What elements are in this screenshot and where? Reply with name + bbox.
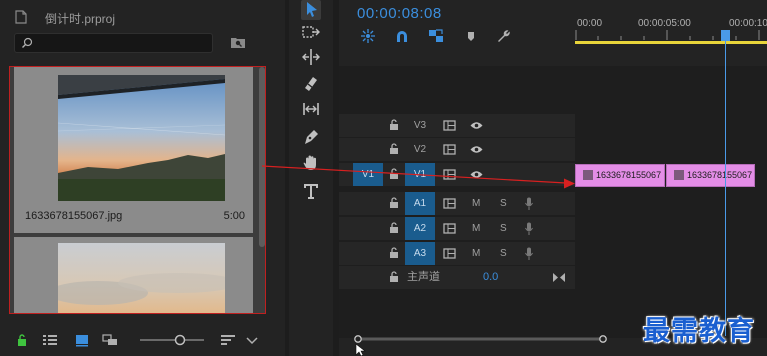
track-header-v2: V2 — [339, 138, 575, 161]
time-ruler[interactable]: 00:00 00:00:05:00 00:00:10 — [575, 0, 767, 46]
playhead-line[interactable] — [725, 36, 726, 336]
project-footer — [0, 326, 285, 356]
microphone-icon[interactable] — [525, 247, 533, 260]
zoom-slider[interactable] — [140, 334, 204, 346]
lock-icon[interactable] — [389, 222, 399, 234]
clip-item[interactable]: 1633678155067.jpg 5:00 — [14, 67, 253, 233]
chevron-down-icon[interactable] — [244, 332, 260, 348]
project-header: 倒计时.prproj — [0, 0, 285, 34]
track-label[interactable]: A1 — [405, 192, 435, 215]
sync-lock-icon[interactable] — [443, 120, 456, 131]
microphone-icon[interactable] — [525, 197, 533, 210]
project-title: 倒计时.prproj — [45, 12, 116, 26]
mute-button[interactable]: M — [472, 242, 480, 265]
timeline-panel: 00:00:08:08 00:00 00:00:05:00 00:00:10 V… — [339, 0, 767, 356]
mute-button[interactable]: M — [472, 217, 480, 240]
sort-icon[interactable] — [220, 332, 236, 348]
pen-icon[interactable] — [301, 127, 321, 147]
microphone-icon[interactable] — [525, 222, 533, 235]
go-to-end-icon[interactable] — [553, 273, 565, 282]
track-select-icon[interactable] — [301, 22, 321, 42]
track-header-v3: V3 — [339, 114, 575, 137]
icon-view-icon[interactable] — [74, 332, 90, 348]
clip-thumbnail — [58, 243, 225, 313]
track-header-a1: A1 M S — [339, 192, 575, 215]
linked-selection-icon[interactable] — [428, 28, 444, 44]
sync-lock-icon[interactable] — [443, 248, 456, 259]
timeline-clip-label: 1633678155067 — [687, 170, 753, 180]
ruler-label: 00:00 — [577, 18, 603, 29]
tools-panel — [289, 0, 333, 356]
clip-thumbnail — [58, 75, 225, 201]
fx-badge-icon — [583, 170, 593, 180]
selection-tool-icon[interactable] — [301, 0, 321, 20]
master-volume-value[interactable]: 0.0 — [483, 266, 498, 289]
lock-icon[interactable] — [14, 332, 30, 348]
clip-list-scrollbar[interactable] — [259, 67, 265, 247]
premiere-workspace: 倒计时.prproj 1633678155067.jpg 5:00 00:00:… — [0, 0, 767, 356]
nest-sequence-icon[interactable] — [360, 28, 376, 44]
hand-icon[interactable] — [301, 153, 321, 173]
solo-button[interactable]: S — [500, 192, 507, 215]
track-label[interactable]: V2 — [405, 138, 435, 161]
source-patch-v1[interactable]: V1 — [353, 163, 383, 186]
track-label[interactable]: A2 — [405, 217, 435, 240]
ruler-label: 00:00:10 — [729, 18, 767, 29]
timeline-clip[interactable]: 1633678155067 — [666, 164, 755, 187]
sync-lock-icon[interactable] — [443, 169, 456, 180]
slip-icon[interactable] — [301, 99, 321, 119]
track-header-a3: A3 M S — [339, 242, 575, 265]
timeline-scrollbar[interactable] — [353, 335, 609, 343]
eye-icon[interactable] — [470, 170, 483, 179]
clip-name: 1633678155067.jpg — [25, 210, 123, 222]
playhead-timecode[interactable]: 00:00:08:08 — [357, 5, 442, 22]
lock-icon[interactable] — [389, 247, 399, 259]
work-area-bar[interactable] — [575, 41, 767, 44]
mute-button[interactable]: M — [472, 192, 480, 215]
lock-icon[interactable] — [389, 271, 399, 283]
freeform-view-icon[interactable] — [102, 332, 118, 348]
search-icon — [22, 37, 33, 48]
track-label[interactable]: V1 — [405, 163, 435, 186]
snap-icon[interactable] — [394, 28, 410, 44]
ruler-ticks — [575, 30, 760, 40]
timeline-clip[interactable]: 1633678155067 — [575, 164, 665, 187]
solo-button[interactable]: S — [500, 217, 507, 240]
fx-badge-icon — [674, 170, 684, 180]
project-file-icon[interactable] — [13, 9, 29, 25]
master-track-label: 主声道 — [407, 271, 440, 283]
track-content-area[interactable]: 1633678155067 1633678155067 — [575, 66, 767, 338]
razor-icon[interactable] — [301, 74, 321, 94]
track-headers: V3 V2 V1 V1 A1 M S A2 M S A3 M S 主声道 0.0 — [339, 66, 575, 338]
track-label[interactable]: V3 — [405, 114, 435, 137]
list-view-icon[interactable] — [42, 332, 58, 348]
project-panel: 倒计时.prproj 1633678155067.jpg 5:00 — [0, 0, 285, 356]
clip-duration: 5:00 — [223, 210, 245, 222]
track-label[interactable]: A3 — [405, 242, 435, 265]
ruler-label: 00:00:05:00 — [638, 18, 691, 29]
sync-lock-icon[interactable] — [443, 198, 456, 209]
track-header-a2: A2 M S — [339, 217, 575, 240]
clip-list: 1633678155067.jpg 5:00 — [9, 66, 266, 314]
eye-icon[interactable] — [470, 145, 483, 154]
search-input[interactable] — [14, 33, 213, 53]
watermark: 最需教育 — [643, 316, 755, 346]
marker-icon[interactable] — [463, 28, 479, 44]
eye-icon[interactable] — [470, 121, 483, 130]
sync-lock-icon[interactable] — [443, 144, 456, 155]
lock-icon[interactable] — [389, 143, 399, 155]
wrench-icon[interactable] — [495, 28, 511, 44]
lock-icon[interactable] — [389, 168, 399, 180]
track-header-v1: V1 V1 — [339, 163, 575, 186]
find-bin-icon[interactable] — [230, 35, 246, 49]
clip-item[interactable] — [14, 237, 253, 313]
sync-lock-icon[interactable] — [443, 223, 456, 234]
ripple-edit-icon[interactable] — [301, 47, 321, 67]
track-header-master: 主声道 0.0 — [339, 266, 575, 289]
timeline-clip-label: 1633678155067 — [596, 170, 662, 180]
lock-icon[interactable] — [389, 119, 399, 131]
solo-button[interactable]: S — [500, 242, 507, 265]
type-icon[interactable] — [301, 181, 321, 201]
lock-icon[interactable] — [389, 197, 399, 209]
